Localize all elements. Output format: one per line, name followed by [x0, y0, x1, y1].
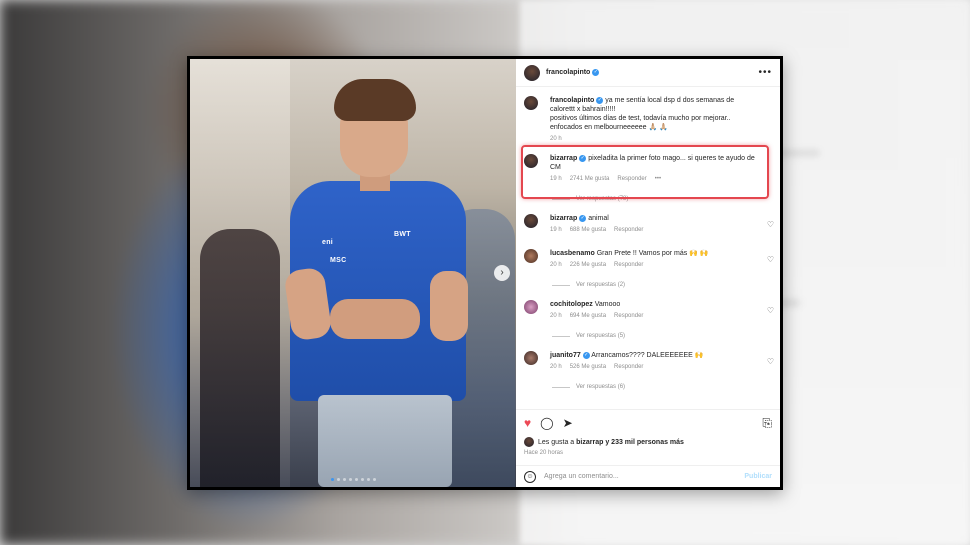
post-panel: francolapinto ✓ ••• francolapinto ✓ ya me… [516, 59, 780, 487]
next-arrow-icon[interactable]: › [494, 265, 510, 281]
post-header: francolapinto ✓ ••• [516, 59, 780, 87]
caption-author[interactable]: francolapinto [550, 97, 594, 104]
avatar[interactable] [524, 437, 534, 447]
list-item: lucasbenamo Gran Prete !! Vamos por más … [516, 249, 780, 270]
comment-time: 20 h [550, 262, 562, 268]
comment-text: Gran Prete !! Vamos por más 🙌 🙌 [596, 250, 709, 257]
comment-user[interactable]: cochitolopez [550, 301, 593, 308]
avatar[interactable] [524, 249, 538, 263]
comment-likes[interactable]: 694 Me gusta [570, 312, 606, 321]
comment-text: animal [588, 215, 609, 222]
post-frame: eni MSC BWT › francolapinto ✓ ••• franco… [187, 56, 783, 490]
post-photo[interactable]: eni MSC BWT › [190, 59, 516, 487]
comment-input[interactable]: Agrega un comentario... [544, 473, 619, 480]
avatar[interactable] [524, 300, 538, 314]
reply-button[interactable]: Responder [614, 312, 643, 321]
verified-icon: ✓ [582, 351, 590, 359]
sponsor-logo: BWT [394, 231, 411, 238]
comment-time: 20 h [550, 313, 562, 319]
avatar[interactable] [524, 64, 540, 81]
share-icon[interactable]: ➤ [563, 416, 573, 431]
avatar[interactable] [524, 351, 538, 365]
heart-icon[interactable]: ♥ [524, 416, 531, 431]
likes-summary: Les gusta a bizarrap y 233 mil personas … [516, 437, 780, 447]
post-timestamp: Hace 20 horas [524, 450, 564, 456]
comment-likes[interactable]: 526 Me gusta [570, 363, 606, 372]
reply-button[interactable]: Responder [614, 363, 643, 372]
comment-user[interactable]: bizarrap [550, 215, 577, 222]
likes-suffix[interactable]: y 233 mil personas más [605, 439, 684, 446]
comment-like-heart-icon[interactable]: ♡ [767, 306, 774, 315]
caption-text-3: enfocados en melbourneeeeee 🙏🏼 🙏🏼 [550, 124, 668, 131]
carousel-dots [190, 478, 516, 481]
publish-button[interactable]: Publicar [744, 473, 772, 480]
highlight-box [521, 145, 769, 199]
comment-user[interactable]: juanito77 [550, 352, 581, 359]
avatar[interactable] [524, 96, 538, 110]
caption-time: 20 h [550, 136, 562, 141]
author-name[interactable]: francolapinto [546, 69, 590, 76]
likes-prefix: Les gusta a [538, 438, 575, 446]
comment-text: Arrancamos???? DALEEEEEEE 🙌 [591, 352, 704, 359]
comments-list[interactable]: francolapinto ✓ ya me sentía local dsp d … [516, 88, 780, 408]
add-comment-bar: ☺ Agrega un comentario... Publicar [516, 465, 780, 487]
comment-icon[interactable]: ◯ [540, 416, 553, 431]
comment-time: 20 h [550, 364, 562, 370]
avatar[interactable] [524, 214, 538, 228]
list-item: cochitolopez Vamooo 20 h 694 Me gusta Re… [516, 300, 780, 321]
post-actions: ♥ ◯ ➤ ⎘ Les gusta a bizarrap y 233 mil p… [516, 409, 780, 487]
caption: francolapinto ✓ ya me sentía local dsp d … [516, 88, 780, 141]
emoji-icon[interactable]: ☺ [524, 470, 536, 483]
comment-text: Vamooo [594, 301, 621, 308]
list-item: bizarrap ✓ animal 19 h 688 Me gusta Respo… [516, 214, 780, 235]
comment-like-heart-icon[interactable]: ♡ [767, 255, 774, 264]
view-replies-button[interactable]: Ver respuestas (5) [552, 333, 780, 339]
comment-like-heart-icon[interactable]: ♡ [767, 220, 774, 229]
comment-likes[interactable]: 226 Me gusta [570, 261, 606, 270]
view-replies-button[interactable]: Ver respuestas (2) [552, 282, 780, 288]
sponsor-logo: MSC [330, 257, 347, 264]
bookmark-icon[interactable]: ⎘ [762, 416, 772, 431]
caption-text-2: positivos últimos días de test, todavía … [550, 115, 731, 122]
reply-button[interactable]: Responder [614, 261, 643, 270]
comment-likes[interactable]: 688 Me gusta [570, 226, 606, 235]
likes-user[interactable]: bizarrap [576, 439, 603, 446]
verified-icon: ✓ [596, 96, 604, 104]
list-item: juanito77 ✓ Arrancamos???? DALEEEEEEE 🙌 2… [516, 351, 780, 372]
sponsor-logo: eni [322, 239, 334, 246]
verified-icon: ✓ [592, 69, 600, 76]
verified-icon: ✓ [579, 214, 587, 222]
comment-like-heart-icon[interactable]: ♡ [767, 357, 774, 366]
reply-button[interactable]: Responder [614, 226, 643, 235]
comment-user[interactable]: lucasbenamo [550, 250, 595, 257]
comment-time: 19 h [550, 227, 562, 233]
more-options-icon[interactable]: ••• [758, 67, 772, 78]
view-replies-button[interactable]: Ver respuestas (6) [552, 384, 780, 390]
